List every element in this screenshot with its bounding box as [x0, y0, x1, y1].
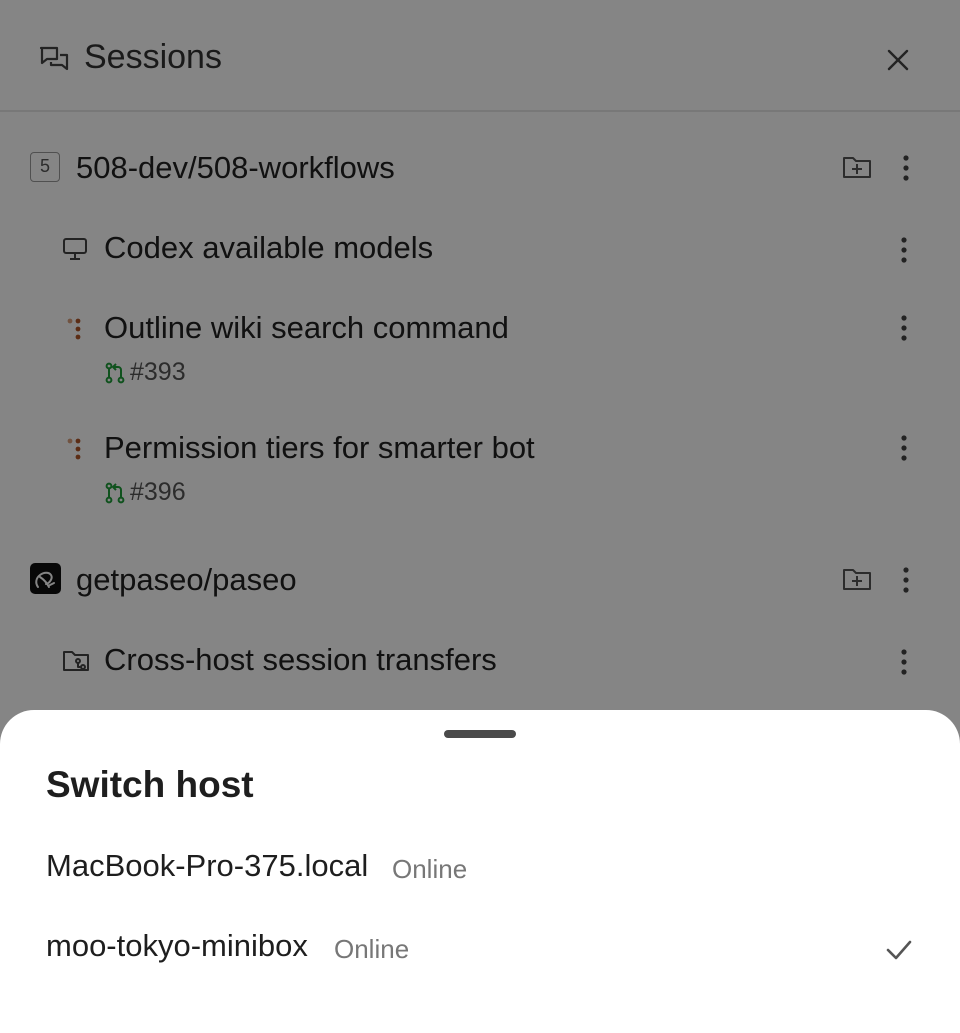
host-status: Online	[392, 854, 468, 884]
host-name: MacBook-Pro-375.local	[46, 848, 369, 883]
host-option-selected[interactable]: moo-tokyo-minibox Online	[0, 918, 960, 982]
switch-host-sheet: Switch host MacBook-Pro-375.local Online…	[0, 710, 960, 1033]
sheet-title: Switch host	[46, 764, 254, 805]
check-icon	[886, 940, 912, 960]
host-option[interactable]: MacBook-Pro-375.local Online	[0, 838, 960, 902]
sheet-drag-handle[interactable]	[444, 730, 516, 738]
host-status: Online	[334, 934, 410, 964]
host-name: moo-tokyo-minibox	[46, 928, 308, 963]
